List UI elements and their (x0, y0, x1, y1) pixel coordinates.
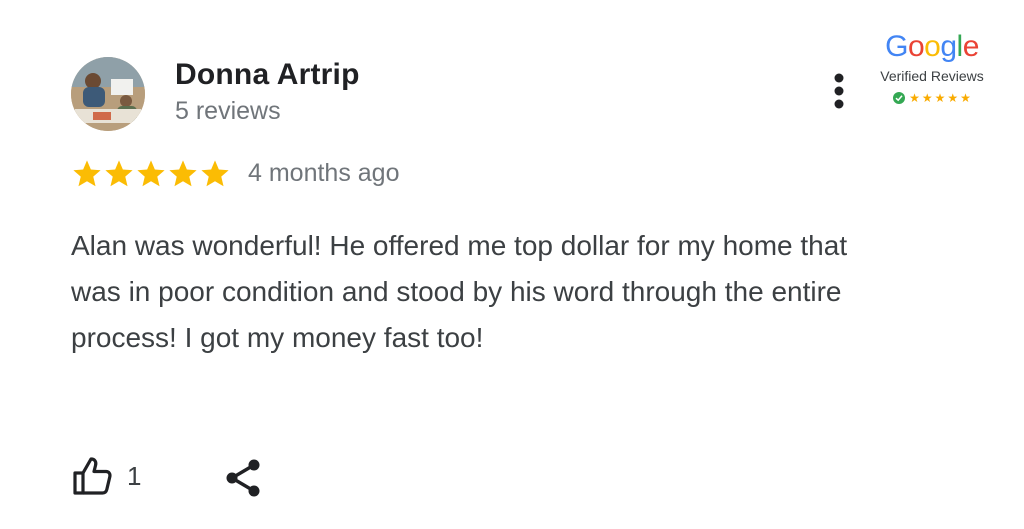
google-logo-letter: G (885, 30, 908, 63)
star-icon: ★ (947, 91, 959, 105)
reviewer-review-count[interactable]: 5 reviews (175, 97, 281, 126)
google-logo: Google (882, 30, 982, 64)
google-verified-badge: Google Verified Reviews ★ ★ ★ ★ ★ (862, 30, 1002, 110)
star-icon: ★ (934, 91, 946, 105)
reviewer-name[interactable]: Donna Artrip (175, 58, 360, 92)
share-icon (226, 459, 260, 497)
star-icon (201, 160, 229, 187)
avatar-photo (71, 57, 145, 131)
google-logo-letter: e (962, 30, 980, 63)
thumbs-up-icon (73, 457, 112, 495)
star-icon: ★ (909, 91, 920, 105)
star-rating (71, 156, 231, 192)
google-logo-letter: g (940, 30, 957, 63)
like-button[interactable]: 1 (71, 453, 141, 499)
star-icon (105, 160, 133, 187)
star-icon: ★ (960, 91, 971, 105)
star-icon: ★ (921, 91, 933, 105)
avatar[interactable] (71, 57, 145, 131)
share-button[interactable] (222, 456, 264, 502)
like-count: 1 (127, 460, 142, 491)
star-icon (73, 160, 101, 187)
review-time: 4 months ago (248, 159, 400, 187)
badge-rating: ★ ★ ★ ★ ★ (884, 90, 980, 106)
star-icon (169, 160, 197, 187)
check-icon (893, 92, 906, 104)
more-options-button[interactable] (826, 70, 852, 114)
badge-label: Verified Reviews (880, 68, 984, 84)
google-logo-letter: o (907, 30, 925, 63)
review-text: Alan was wonderful! He offered me top do… (71, 230, 848, 353)
star-icon (137, 160, 165, 187)
google-logo-letter: o (924, 30, 941, 63)
more-vert-icon (834, 73, 844, 109)
review-card: Donna Artrip 5 reviews Google Verified R… (0, 0, 1024, 529)
